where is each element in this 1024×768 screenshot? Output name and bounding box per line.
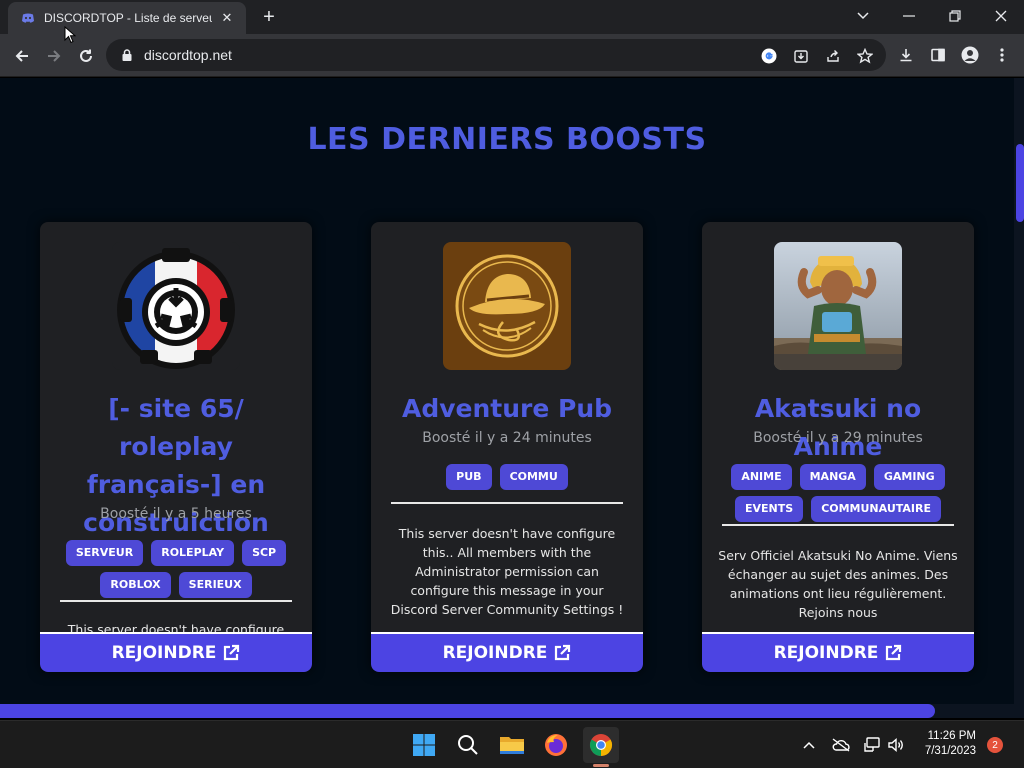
tag-list: ANIME MANGA GAMING EVENTS COMMUNAUTAIRE [716,464,960,522]
horizontal-scrollbar-thumb[interactable] [0,704,935,718]
scp-foundation-logo-icon [112,242,240,370]
network-icon[interactable] [862,735,882,755]
restore-button[interactable] [940,4,970,28]
browser-toolbar: discordtop.net [0,34,1024,77]
server-name[interactable]: Adventure Pub [379,390,635,428]
server-name[interactable]: Akatsuki no Anime [710,390,966,466]
onedrive-cloud-icon[interactable] [830,735,852,755]
chrome-icon[interactable] [583,727,619,763]
boost-time: Boosté il y a 24 minutes [422,430,592,446]
reload-button[interactable] [72,42,100,70]
adventure-hat-logo-icon [443,242,571,370]
downloads-icon[interactable] [895,44,917,66]
join-label: REJOINDRE [773,643,879,663]
section-heading: LES DERNIERS BOOSTS [307,122,707,157]
tab-close-icon[interactable]: ✕ [218,9,236,27]
page-content: LES DERNIERS BOOSTS [- site 65/ roleplay… [0,78,1014,718]
tag[interactable]: COMMUNAUTAIRE [811,496,941,522]
divider [60,600,292,602]
tag[interactable]: EVENTS [735,496,804,522]
tag[interactable]: ANIME [731,464,792,490]
system-clock[interactable]: 11:26 PM 7/31/2023 [906,729,976,759]
server-avatar [112,242,240,370]
lock-icon [122,49,132,61]
discord-favicon-icon [22,13,34,23]
firefox-icon[interactable] [538,727,574,763]
show-hidden-icons-chevron-icon[interactable] [800,735,818,755]
url-text: discordtop.net [144,47,232,63]
tag[interactable]: MANGA [799,464,866,490]
profile-icon[interactable] [959,44,981,66]
address-bar[interactable]: discordtop.net [106,39,886,71]
close-window-button[interactable] [986,4,1016,28]
server-avatar [443,242,571,370]
anime-character-avatar-icon [774,242,902,370]
tag-list: PUB COMMU [385,464,629,490]
forward-button[interactable] [40,42,68,70]
tag[interactable]: ROBLOX [100,572,171,598]
boost-time: Boosté il y a 29 minutes [753,430,923,446]
boost-time: Boosté il y a 5 heures [100,506,252,522]
notification-badge[interactable]: 2 [987,737,1003,753]
tab-search-chevron-icon[interactable] [848,4,878,28]
back-button[interactable] [8,42,36,70]
clock-time: 11:26 PM [927,730,976,742]
server-description: This server doesn't have configure this.… [390,526,624,617]
divider [391,502,623,504]
join-label: REJOINDRE [111,643,217,663]
file-explorer-icon[interactable] [494,727,530,763]
tag[interactable]: SERVEUR [65,540,144,566]
external-link-icon [555,644,571,661]
join-button[interactable]: REJOINDRE [371,632,643,672]
tag[interactable]: SERIEUX [178,572,252,598]
browser-tab-bar: DISCORDTOP - Liste de serveurs Discord ✕… [0,0,1024,34]
windows-start-icon[interactable] [406,727,442,763]
clock-date: 7/31/2023 [924,745,976,757]
tag[interactable]: ROLEPLAY [151,540,235,566]
google-lens-icon[interactable] [758,45,780,67]
install-app-icon[interactable] [790,45,812,67]
server-description: Serv Officiel Akatsuki No Anime. Viens é… [718,548,958,620]
active-app-indicator [593,764,609,767]
mouse-cursor-icon [64,26,76,44]
new-tab-button[interactable]: + [258,6,280,28]
horizontal-scrollbar[interactable] [0,704,1014,718]
join-label: REJOINDRE [442,643,548,663]
server-avatar [774,242,902,370]
side-panel-icon[interactable] [927,44,949,66]
bookmark-star-icon[interactable] [854,45,876,67]
volume-icon[interactable] [886,735,906,755]
divider [722,524,954,526]
tag[interactable]: COMMU [499,464,568,490]
vertical-scrollbar[interactable] [1014,78,1024,718]
tag[interactable]: GAMING [873,464,945,490]
search-icon[interactable] [450,727,486,763]
windows-taskbar: 11:26 PM 7/31/2023 2 [0,720,1024,768]
tag[interactable]: PUB [446,464,492,490]
minimize-button[interactable] [894,4,924,28]
server-card: [- site 65/ roleplay français-] en const… [40,222,312,672]
chrome-menu-icon[interactable] [991,44,1013,66]
external-link-icon [224,644,240,661]
browser-tab[interactable]: DISCORDTOP - Liste de serveurs Discord ✕ [8,2,246,34]
external-link-icon [886,644,902,661]
server-card: Adventure Pub Boosté il y a 24 minutes P… [371,222,643,672]
tab-title: DISCORDTOP - Liste de serveurs Discord [44,11,212,25]
share-icon[interactable] [822,45,844,67]
vertical-scrollbar-thumb[interactable] [1016,144,1024,222]
join-button[interactable]: REJOINDRE [40,632,312,672]
join-button[interactable]: REJOINDRE [702,632,974,672]
tag[interactable]: SCP [242,540,287,566]
tag-list: SERVEUR ROLEPLAY SCP ROBLOX SERIEUX [54,540,298,598]
server-card: Akatsuki no Anime Boosté il y a 29 minut… [702,222,974,672]
